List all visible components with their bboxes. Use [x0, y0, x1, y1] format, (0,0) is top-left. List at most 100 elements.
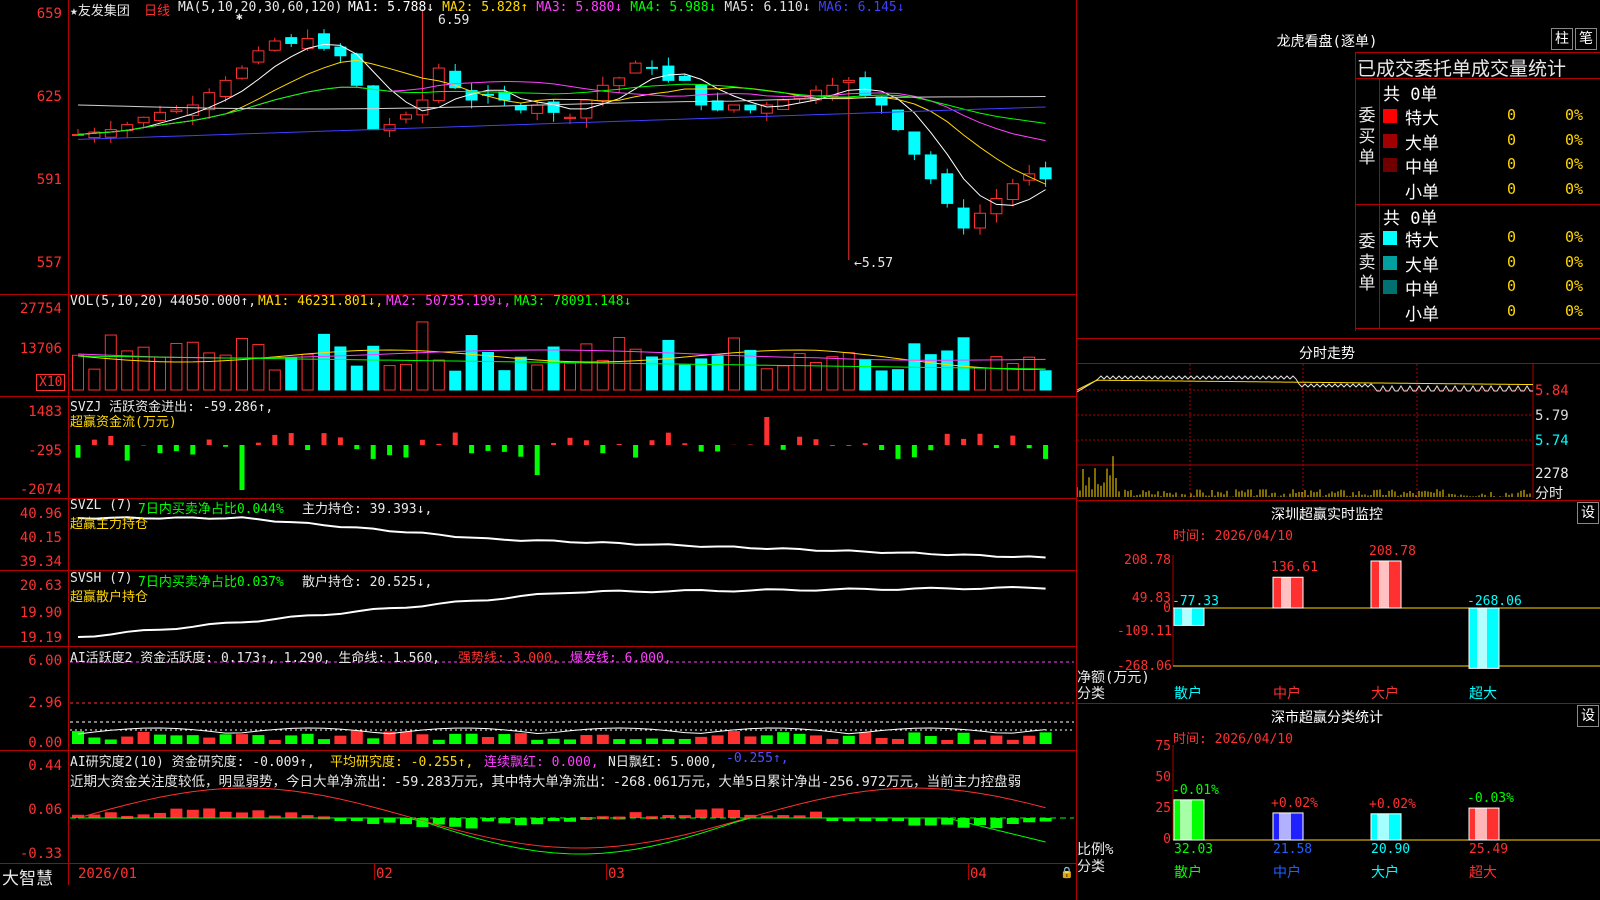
svzl-holding: 主力持仓: 39.393↓,	[302, 502, 433, 517]
candle-body	[531, 104, 544, 114]
svsh-subtitle: 超赢散户持仓	[70, 590, 149, 605]
fund-flow-bar	[255, 442, 261, 445]
volume-bar	[728, 337, 740, 391]
research-bar	[186, 809, 199, 818]
volume-bar	[859, 358, 872, 391]
ai-active-strong: 强势线: 3.000,	[458, 651, 560, 666]
volume-bar	[564, 362, 576, 391]
research-bar	[465, 818, 478, 829]
ai-active-burst: 爆发线: 6.000,	[570, 651, 672, 666]
activity-bar	[88, 737, 101, 744]
candle-body	[678, 75, 691, 81]
star-marker-icon: ✱	[236, 10, 243, 23]
fund-flow-bar	[846, 445, 852, 446]
fund-flow-bar	[698, 445, 704, 452]
svzl-axis-tick: 39.34	[19, 554, 62, 570]
volume-bar	[465, 335, 478, 391]
volume-bar	[318, 333, 330, 391]
ma-legend-item: MA1: 5.788↓	[348, 0, 435, 15]
x-axis-tick-mark	[606, 864, 607, 880]
volume-bar	[547, 346, 560, 391]
fund-flow-bar	[747, 444, 753, 445]
activity-bar	[678, 738, 691, 744]
ai-research-last: -0.255↑,	[726, 751, 789, 766]
svzj-axis-tick: 1483	[28, 404, 62, 420]
activity-bar	[990, 735, 1003, 744]
volume-bar	[875, 370, 888, 391]
vol-header: VOL(5,10,20)	[70, 294, 164, 309]
volume-bar	[892, 369, 904, 391]
candle-body	[252, 50, 265, 63]
volume-bar	[383, 365, 396, 391]
fund-flow-bar	[518, 445, 524, 457]
ma-legend: MA1: 5.788↓ MA2: 5.828↑ MA3: 5.880↓ MA4: 5.…	[348, 0, 913, 15]
volume-bar	[432, 359, 445, 391]
x-axis-label: 02	[376, 866, 393, 882]
chart-area[interactable]: ★友发集团 日线 MA(5,10,20,30,60,120) MA1: 5.78…	[0, 0, 1077, 900]
research-bar	[711, 808, 724, 818]
vol-value: 44050.000↑,	[170, 294, 257, 309]
volume-bar	[842, 352, 855, 391]
lock-icon[interactable]: 🔒	[1060, 866, 1074, 879]
fund-flow-bar	[370, 445, 376, 459]
fund-flow-bar	[173, 445, 179, 452]
activity-bar	[859, 732, 872, 744]
period-label[interactable]: 日线	[144, 0, 170, 19]
x-axis-label: 03	[608, 866, 625, 882]
svzj-axis-tick: -2074	[19, 482, 62, 498]
fund-flow-bar	[75, 445, 81, 458]
research-bar	[219, 811, 232, 818]
fund-flow-bar	[829, 445, 835, 446]
svsh-holding: 散户持仓: 20.525↓,	[302, 575, 433, 590]
volume-bar	[678, 364, 691, 391]
research-bar	[1039, 818, 1052, 822]
candle-body	[728, 104, 740, 111]
svzl-ratio: 7日内买卖净占比0.044%	[138, 502, 284, 517]
ma-legend-item: MA4: 5.988↓	[630, 0, 717, 15]
svsh-axis-tick: 19.19	[19, 630, 62, 646]
candle-body	[613, 77, 626, 87]
activity-bar	[613, 739, 626, 744]
stock-name: ★友发集团	[70, 4, 130, 19]
svzj-subtitle: 超赢资金流(万元)	[70, 415, 177, 430]
activity-bar	[252, 735, 265, 744]
activity-bar	[826, 738, 839, 744]
candle-body	[285, 37, 298, 44]
fund-flow-bar	[551, 442, 557, 445]
fund-flow-bar	[534, 445, 540, 475]
fund-flow-bar	[223, 445, 229, 447]
volume-bar	[1023, 356, 1036, 391]
volume-bar	[72, 354, 84, 391]
fund-flow-bar	[272, 434, 278, 445]
activity-bar	[203, 737, 216, 744]
fund-flow-bar	[993, 445, 999, 449]
candle-body	[596, 84, 609, 102]
candle-body	[842, 79, 855, 83]
fund-flow-bar	[977, 433, 983, 445]
volume-bar	[629, 348, 642, 391]
activity-bar	[760, 735, 773, 744]
volume-bar	[1006, 363, 1019, 391]
right-panel-canvas	[1077, 364, 1600, 841]
svzj-axis-tick: -295	[28, 443, 62, 459]
fund-flow-bar	[108, 435, 114, 445]
research-bar	[137, 814, 150, 818]
fund-flow-bar	[1010, 435, 1016, 445]
volume-bar	[957, 337, 970, 391]
activity-bar	[744, 736, 757, 744]
stat2-bar-highlight	[1475, 808, 1487, 840]
volume-bar	[88, 368, 101, 391]
candle-body	[1039, 167, 1052, 180]
fund-flow-bar	[206, 439, 212, 445]
volume-bar	[793, 353, 806, 391]
volume-bar	[941, 350, 954, 391]
activity-bar	[432, 739, 445, 744]
candle-body	[941, 173, 954, 204]
ma-legend-item: MA6: 6.145↓	[818, 0, 905, 15]
activity-bar	[367, 738, 380, 744]
activity-bar	[186, 735, 199, 744]
candle-body	[1006, 183, 1019, 201]
research-bar	[383, 818, 396, 823]
activity-bar	[170, 735, 183, 744]
candle-body	[957, 207, 970, 229]
